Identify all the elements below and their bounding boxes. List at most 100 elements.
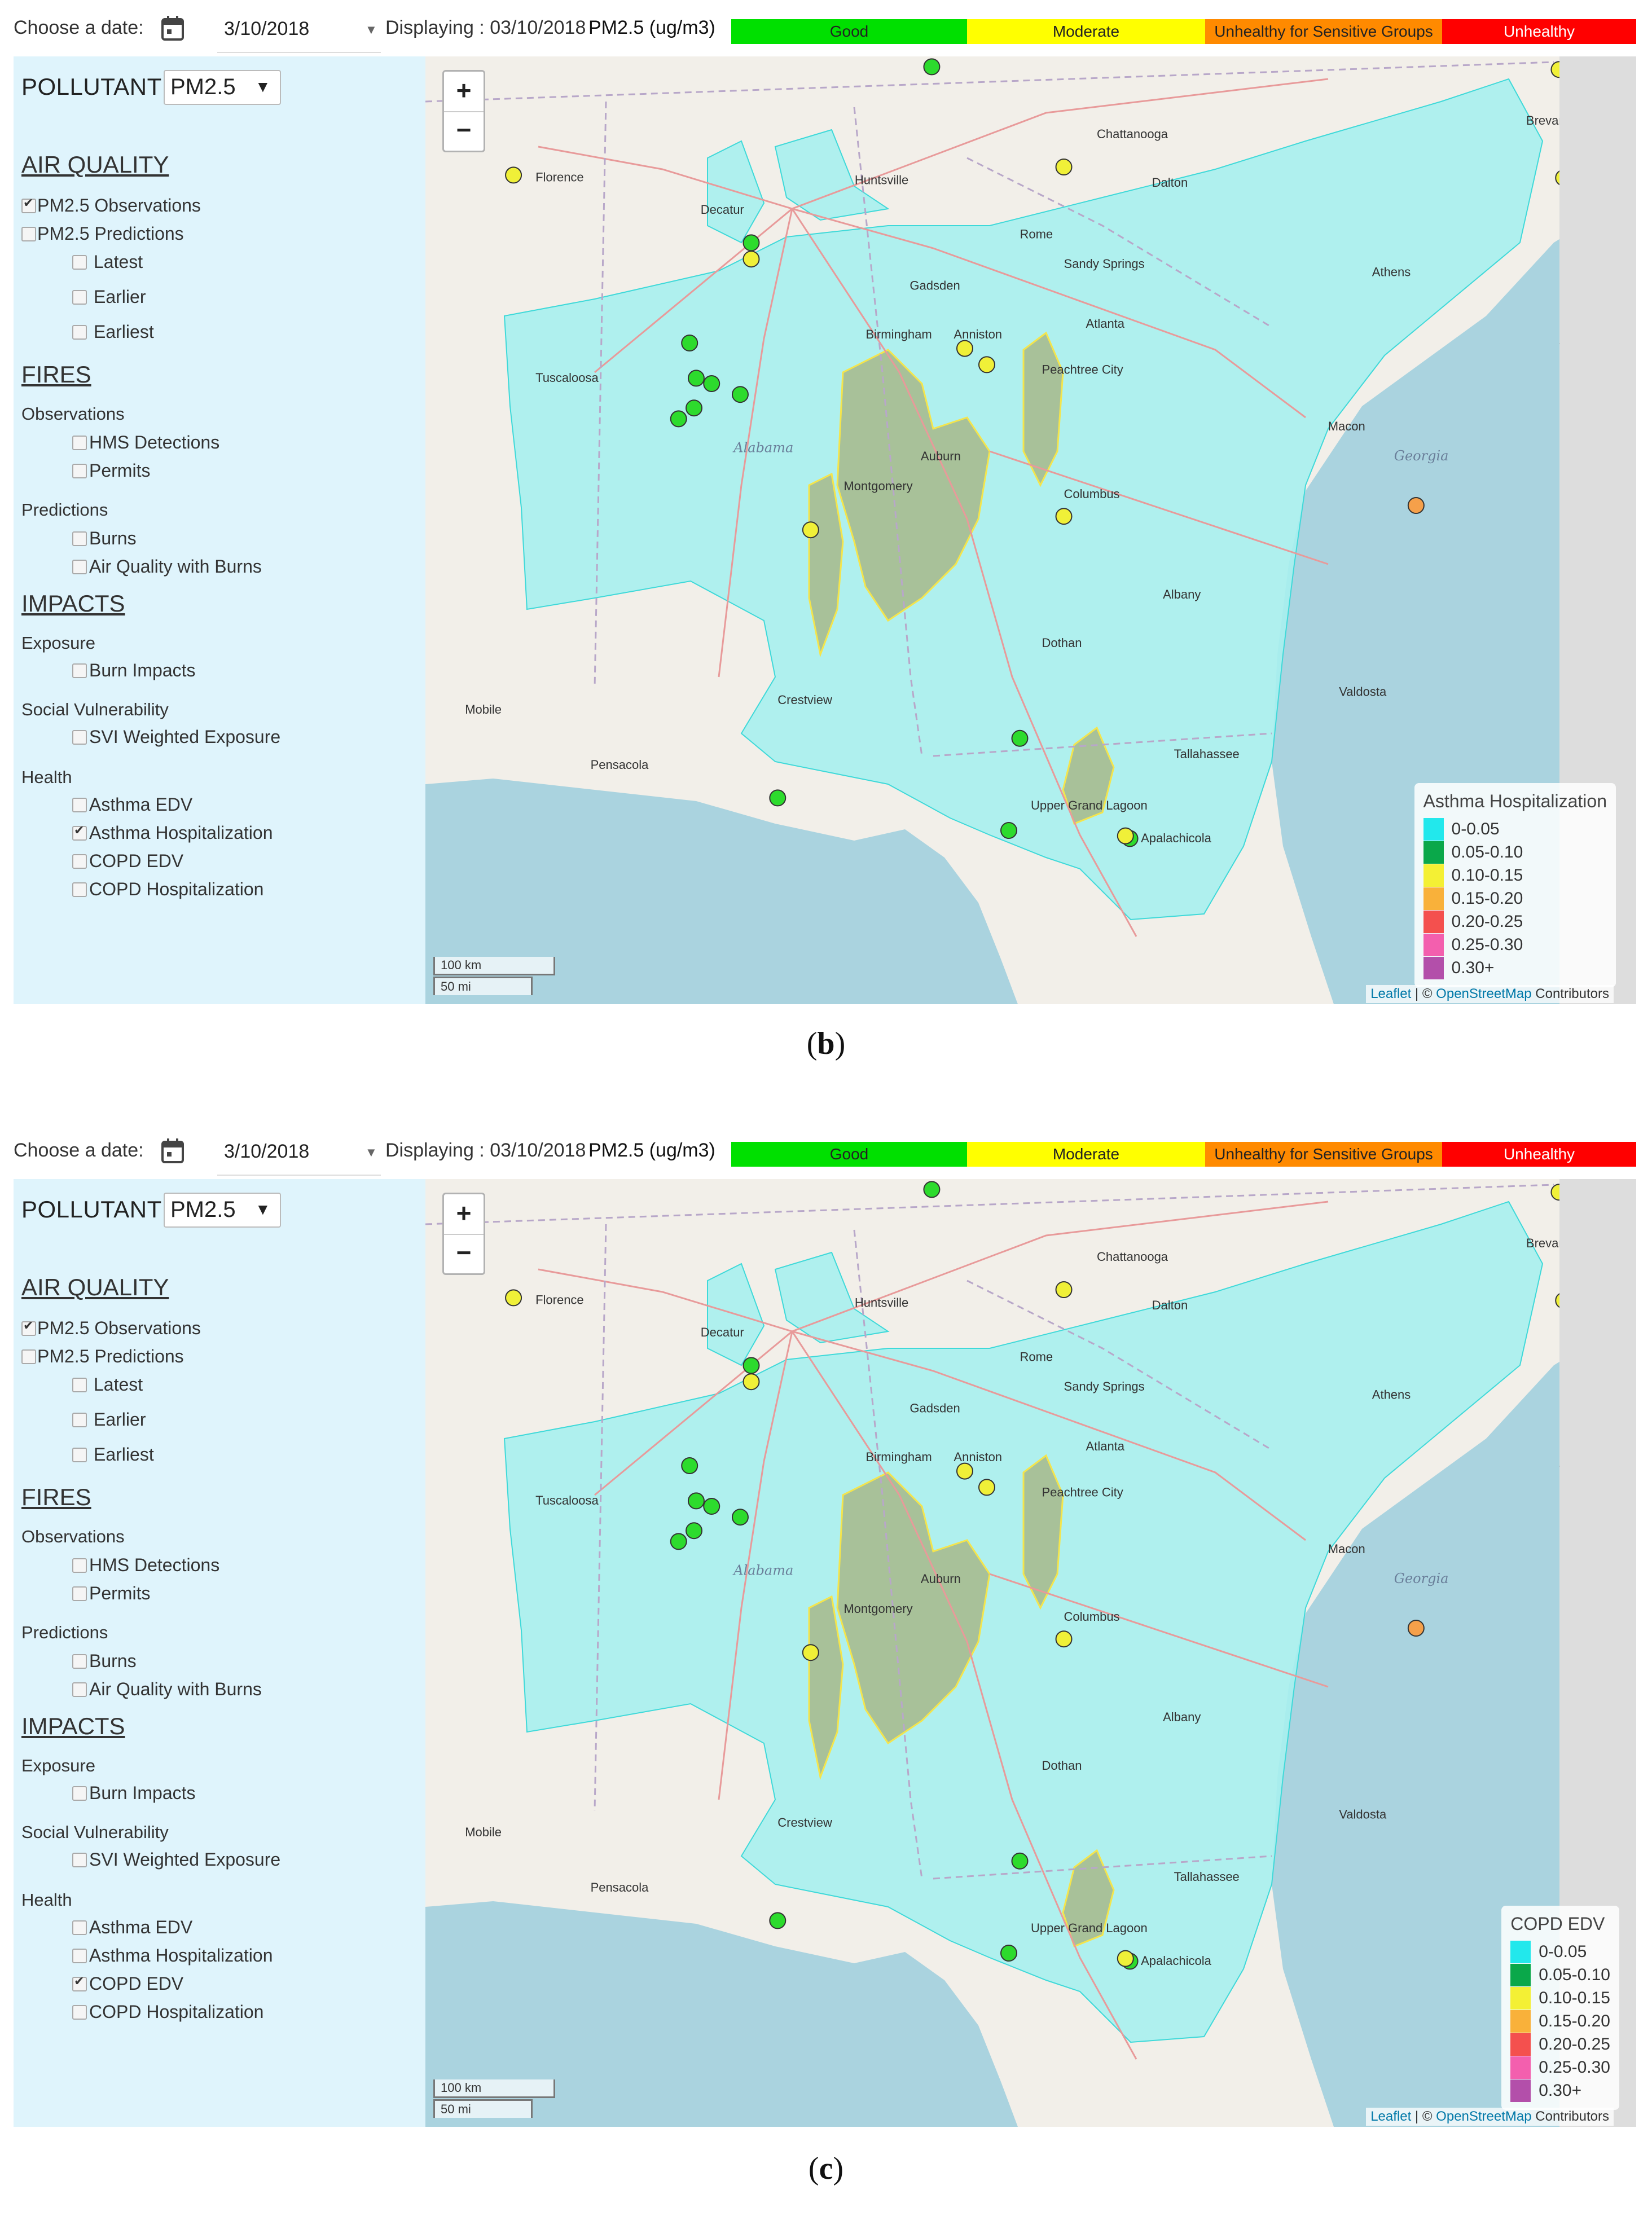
attr-separator: | ©: [1411, 986, 1436, 1001]
checkbox-copd-edv[interactable]: [72, 1974, 87, 1991]
monitor-site-marker[interactable]: [742, 1357, 760, 1374]
monitor-site-marker[interactable]: [769, 1912, 787, 1929]
legend-row: 0-0.05: [1510, 1940, 1610, 1963]
checkbox-aq-with-burns[interactable]: [72, 1682, 87, 1697]
checkbox-burns[interactable]: [72, 1654, 87, 1669]
checkbox-hms-detections[interactable]: [72, 1558, 87, 1573]
monitor-site-marker[interactable]: [1117, 1950, 1134, 1967]
checkbox-latest[interactable]: [72, 1378, 87, 1392]
monitor-site-marker[interactable]: [1117, 827, 1134, 845]
checkbox-svi-weighted-exposure[interactable]: [72, 1853, 87, 1867]
monitor-site-marker[interactable]: [670, 1533, 687, 1550]
checkbox-burn-impacts[interactable]: [72, 663, 87, 678]
monitor-site-marker[interactable]: [703, 375, 720, 392]
map-canvas[interactable]: HendersonvilleGastoniaCharlotteFayettevC…: [425, 1179, 1636, 2127]
monitor-site-marker[interactable]: [1055, 1630, 1073, 1648]
checkbox-pm25-observations[interactable]: [21, 196, 36, 213]
checkbox-svi-weighted-exposure[interactable]: [72, 730, 87, 745]
monitor-site-marker[interactable]: [505, 1289, 522, 1307]
monitor-site-marker[interactable]: [670, 410, 687, 428]
monitor-site-marker[interactable]: [1055, 508, 1073, 525]
checkbox-copd-edv[interactable]: [72, 854, 87, 869]
monitor-site-marker[interactable]: [505, 166, 522, 184]
burn-impacts-label: Burn Impacts: [89, 660, 196, 680]
legend-swatch: [1510, 1940, 1531, 1963]
checkbox-asthma-edv[interactable]: [72, 1920, 87, 1935]
monitor-site-marker[interactable]: [769, 789, 787, 807]
legend-swatch: [1510, 1986, 1531, 2010]
checkbox-aq-with-burns[interactable]: [72, 560, 87, 574]
monitor-site-marker[interactable]: [742, 250, 760, 268]
checkbox-permits[interactable]: [72, 464, 87, 478]
checkbox-asthma-hospitalization[interactable]: [72, 1949, 87, 1963]
map-view[interactable]: HendersonvilleGastoniaCharlotteFayettevC…: [425, 1179, 1636, 2127]
city-label: Atlanta: [1086, 1439, 1125, 1453]
map-view[interactable]: HendersonvilleGastoniaCharlotteFayettevC…: [425, 56, 1636, 1004]
monitor-site-marker[interactable]: [731, 1509, 749, 1526]
monitor-site-marker[interactable]: [686, 1522, 703, 1540]
checkbox-copd-hospitalization[interactable]: [72, 2005, 87, 2020]
checkbox-burns[interactable]: [72, 531, 87, 546]
monitor-site-marker[interactable]: [703, 1498, 720, 1515]
checkbox-asthma-hospitalization[interactable]: [72, 823, 87, 841]
pollutant-select[interactable]: PM2.5 ▼: [164, 1193, 281, 1228]
date-input[interactable]: 3/10/2018 ▼: [217, 12, 381, 53]
city-label: Tuscaloosa: [535, 371, 599, 385]
monitor-site-marker[interactable]: [687, 1492, 705, 1510]
monitor-site-marker[interactable]: [802, 521, 819, 539]
legend-class-label: 0-0.05: [1451, 819, 1500, 838]
osm-link[interactable]: OpenStreetMap: [1436, 986, 1531, 1001]
zoom-in-button[interactable]: +: [444, 72, 484, 112]
chevron-down-icon: ▼: [255, 1201, 271, 1218]
pollutant-select[interactable]: PM2.5 ▼: [164, 70, 281, 105]
checkbox-asthma-edv[interactable]: [72, 798, 87, 812]
monitor-site-marker[interactable]: [1407, 1620, 1425, 1637]
checkbox-latest[interactable]: [72, 255, 87, 270]
monitor-site-marker[interactable]: [956, 1462, 973, 1480]
zoom-out-button[interactable]: −: [444, 1234, 484, 1273]
monitor-site-marker[interactable]: [1011, 729, 1029, 747]
monitor-site-marker[interactable]: [686, 399, 703, 417]
monitor-site-marker[interactable]: [956, 340, 973, 357]
osm-link[interactable]: OpenStreetMap: [1436, 2109, 1531, 2124]
monitor-site-marker[interactable]: [923, 58, 941, 76]
legend-class-label: 0.30+: [1451, 958, 1495, 977]
checkbox-pm25-predictions[interactable]: [21, 227, 36, 241]
checkbox-hms-detections[interactable]: [72, 436, 87, 450]
checkbox-earliest[interactable]: [72, 325, 87, 340]
leaflet-link[interactable]: Leaflet: [1370, 986, 1411, 1001]
checkbox-earliest[interactable]: [72, 1448, 87, 1462]
city-label: Rome: [1020, 1349, 1053, 1364]
monitor-site-marker[interactable]: [681, 335, 698, 351]
city-label: Gadsden: [910, 279, 960, 293]
monitor-site-marker[interactable]: [1055, 159, 1073, 175]
monitor-site-marker[interactable]: [1407, 497, 1425, 514]
monitor-site-marker[interactable]: [978, 1479, 995, 1496]
city-label: Columbus: [1064, 487, 1120, 501]
monitor-site-marker[interactable]: [1055, 1281, 1073, 1298]
checkbox-copd-hospitalization[interactable]: [72, 882, 87, 897]
monitor-site-marker[interactable]: [1011, 1852, 1029, 1870]
monitor-site-marker[interactable]: [802, 1644, 819, 1661]
monitor-site-marker[interactable]: [687, 370, 705, 387]
checkbox-earlier[interactable]: [72, 290, 87, 305]
checkbox-earlier[interactable]: [72, 1413, 87, 1427]
zoom-in-button[interactable]: +: [444, 1194, 484, 1235]
monitor-site-marker[interactable]: [681, 1457, 698, 1474]
calendar-icon[interactable]: [161, 1138, 184, 1163]
monitor-site-marker[interactable]: [731, 386, 749, 403]
monitor-site-marker[interactable]: [742, 234, 760, 252]
zoom-out-button[interactable]: −: [444, 111, 484, 151]
calendar-icon[interactable]: [161, 16, 184, 41]
monitor-site-marker[interactable]: [1000, 822, 1017, 839]
monitor-site-marker[interactable]: [742, 1373, 760, 1391]
monitor-site-marker[interactable]: [923, 1181, 941, 1198]
checkbox-permits[interactable]: [72, 1586, 87, 1601]
checkbox-pm25-observations[interactable]: [21, 1318, 36, 1336]
leaflet-link[interactable]: Leaflet: [1370, 2109, 1411, 2124]
date-input[interactable]: 3/10/2018 ▼: [217, 1135, 381, 1176]
monitor-site-marker[interactable]: [978, 356, 995, 373]
checkbox-burn-impacts[interactable]: [72, 1786, 87, 1801]
monitor-site-marker[interactable]: [1000, 1945, 1017, 1962]
checkbox-pm25-predictions[interactable]: [21, 1349, 36, 1364]
